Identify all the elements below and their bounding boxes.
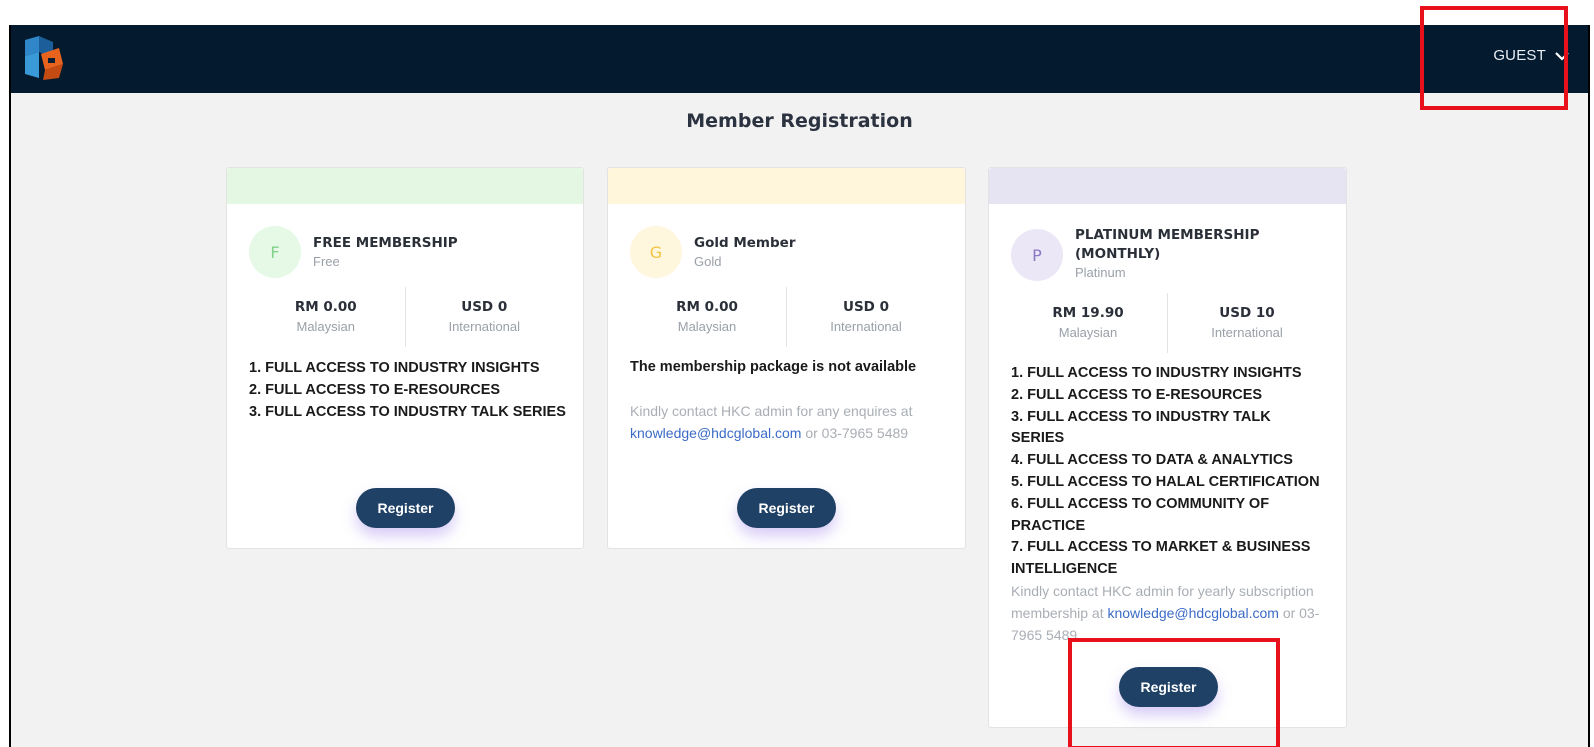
register-button-platinum[interactable]: Register	[1119, 667, 1218, 707]
price-intl: USD 10 International	[1167, 293, 1326, 353]
plan-card-platinum: P PLATINUM MEMBERSHIP (MONTHLY) Platinum…	[988, 167, 1347, 728]
chevron-down-icon	[1555, 51, 1569, 61]
price-intl-label: International	[830, 319, 902, 334]
feature-item: 3. FULL ACCESS TO INDUSTRY TALK SERIES	[249, 403, 566, 420]
plan-card-band	[608, 168, 965, 204]
price-intl-label: International	[448, 319, 521, 334]
user-menu-toggle[interactable]: GUEST	[1493, 47, 1570, 64]
plan-card-gold: G Gold Member Gold RM 0.00 Malaysian USD…	[607, 167, 966, 549]
user-menu-label: GUEST	[1493, 47, 1546, 64]
plan-prices: RM 0.00 Malaysian USD 0 International	[628, 287, 945, 347]
price-local-amount: RM 0.00	[294, 299, 357, 315]
feature-list: 1. FULL ACCESS TO INDUSTRY INSIGHTS 2. F…	[249, 358, 569, 423]
feature-item: 2. FULL ACCESS TO E-RESOURCES	[249, 381, 501, 398]
plan-card-band	[227, 168, 583, 204]
contact-info: Kindly contact HKC admin for any enquire…	[630, 400, 940, 444]
price-local: RM 0.00 Malaysian	[628, 287, 786, 347]
feature-item: 2. FULL ACCESS TO E-RESOURCES	[1011, 386, 1263, 403]
price-intl-amount: USD 0	[843, 299, 889, 315]
price-local-label: Malaysian	[296, 319, 356, 334]
feature-item: 7. FULL ACCESS TO MARKET & BUSINESS INTE…	[1011, 539, 1311, 578]
plan-avatar: P	[1011, 229, 1063, 281]
app-frame: GUEST Member Registration F FREE MEMBERS…	[9, 25, 1590, 747]
contact-email-link[interactable]: knowledge@hdcglobal.com	[1107, 605, 1278, 621]
plan-avatar: G	[630, 226, 682, 278]
plan-name: Gold Member	[694, 235, 796, 251]
feature-list: 1. FULL ACCESS TO INDUSTRY INSIGHTS 2. F…	[1011, 363, 1323, 581]
feature-item: 4. FULL ACCESS TO DATA & ANALYTICS	[1011, 452, 1293, 469]
plan-tier: Platinum	[1075, 265, 1126, 280]
page-title: Member Registration	[686, 110, 913, 132]
price-intl-amount: USD 10	[1219, 305, 1275, 321]
hkc-logo[interactable]	[19, 34, 67, 82]
price-local-label: Malaysian	[1058, 325, 1118, 340]
plan-prices: RM 0.00 Malaysian USD 0 International	[247, 287, 563, 347]
feature-item: 3. FULL ACCESS TO INDUSTRY TALK SERIES	[1011, 408, 1271, 447]
contact-email-link[interactable]: knowledge@hdcglobal.com	[630, 425, 801, 441]
top-navbar: GUEST	[11, 25, 1588, 93]
price-intl-label: International	[1211, 325, 1283, 340]
price-local-amount: RM 19.90	[1052, 305, 1124, 321]
unavailable-notice: The membership package is not available	[630, 359, 917, 375]
contact-suffix: or 03-7965 5489	[805, 425, 909, 441]
plan-tier: Free	[313, 254, 340, 269]
feature-item: 6. FULL ACCESS TO COMMUNITY OF PRACTICE	[1011, 495, 1270, 534]
plan-tier: Gold	[694, 254, 722, 269]
price-local-label: Malaysian	[677, 319, 737, 334]
feature-item: 1. FULL ACCESS TO INDUSTRY INSIGHTS	[249, 360, 540, 376]
price-intl: USD 0 International	[404, 287, 564, 347]
plan-name: FREE MEMBERSHIP	[313, 235, 458, 251]
feature-item: 5. FULL ACCESS TO HALAL CERTIFICATION	[1011, 473, 1320, 490]
plan-card-band	[989, 168, 1346, 204]
plan-prices: RM 19.90 Malaysian USD 10 International	[1009, 293, 1326, 353]
price-local-amount: RM 0.00	[676, 299, 738, 315]
contact-prefix: Kindly contact HKC admin for any enquire…	[630, 403, 913, 419]
contact-info: Kindly contact HKC admin for yearly subs…	[1011, 580, 1329, 646]
plan-name: PLATINUM MEMBERSHIP (MONTHLY)	[1075, 227, 1260, 262]
plan-card-free: F FREE MEMBERSHIP Free RM 0.00 Malaysian…	[226, 167, 584, 549]
price-local: RM 19.90 Malaysian	[1009, 293, 1167, 353]
feature-item: 1. FULL ACCESS TO INDUSTRY INSIGHTS	[1011, 365, 1302, 381]
register-button-gold[interactable]: Register	[737, 488, 836, 528]
plan-avatar: F	[249, 226, 301, 278]
price-intl: USD 0 International	[786, 287, 945, 347]
price-local: RM 0.00 Malaysian	[247, 287, 405, 347]
price-intl-amount: USD 0	[461, 299, 508, 315]
register-button-free[interactable]: Register	[356, 488, 455, 528]
